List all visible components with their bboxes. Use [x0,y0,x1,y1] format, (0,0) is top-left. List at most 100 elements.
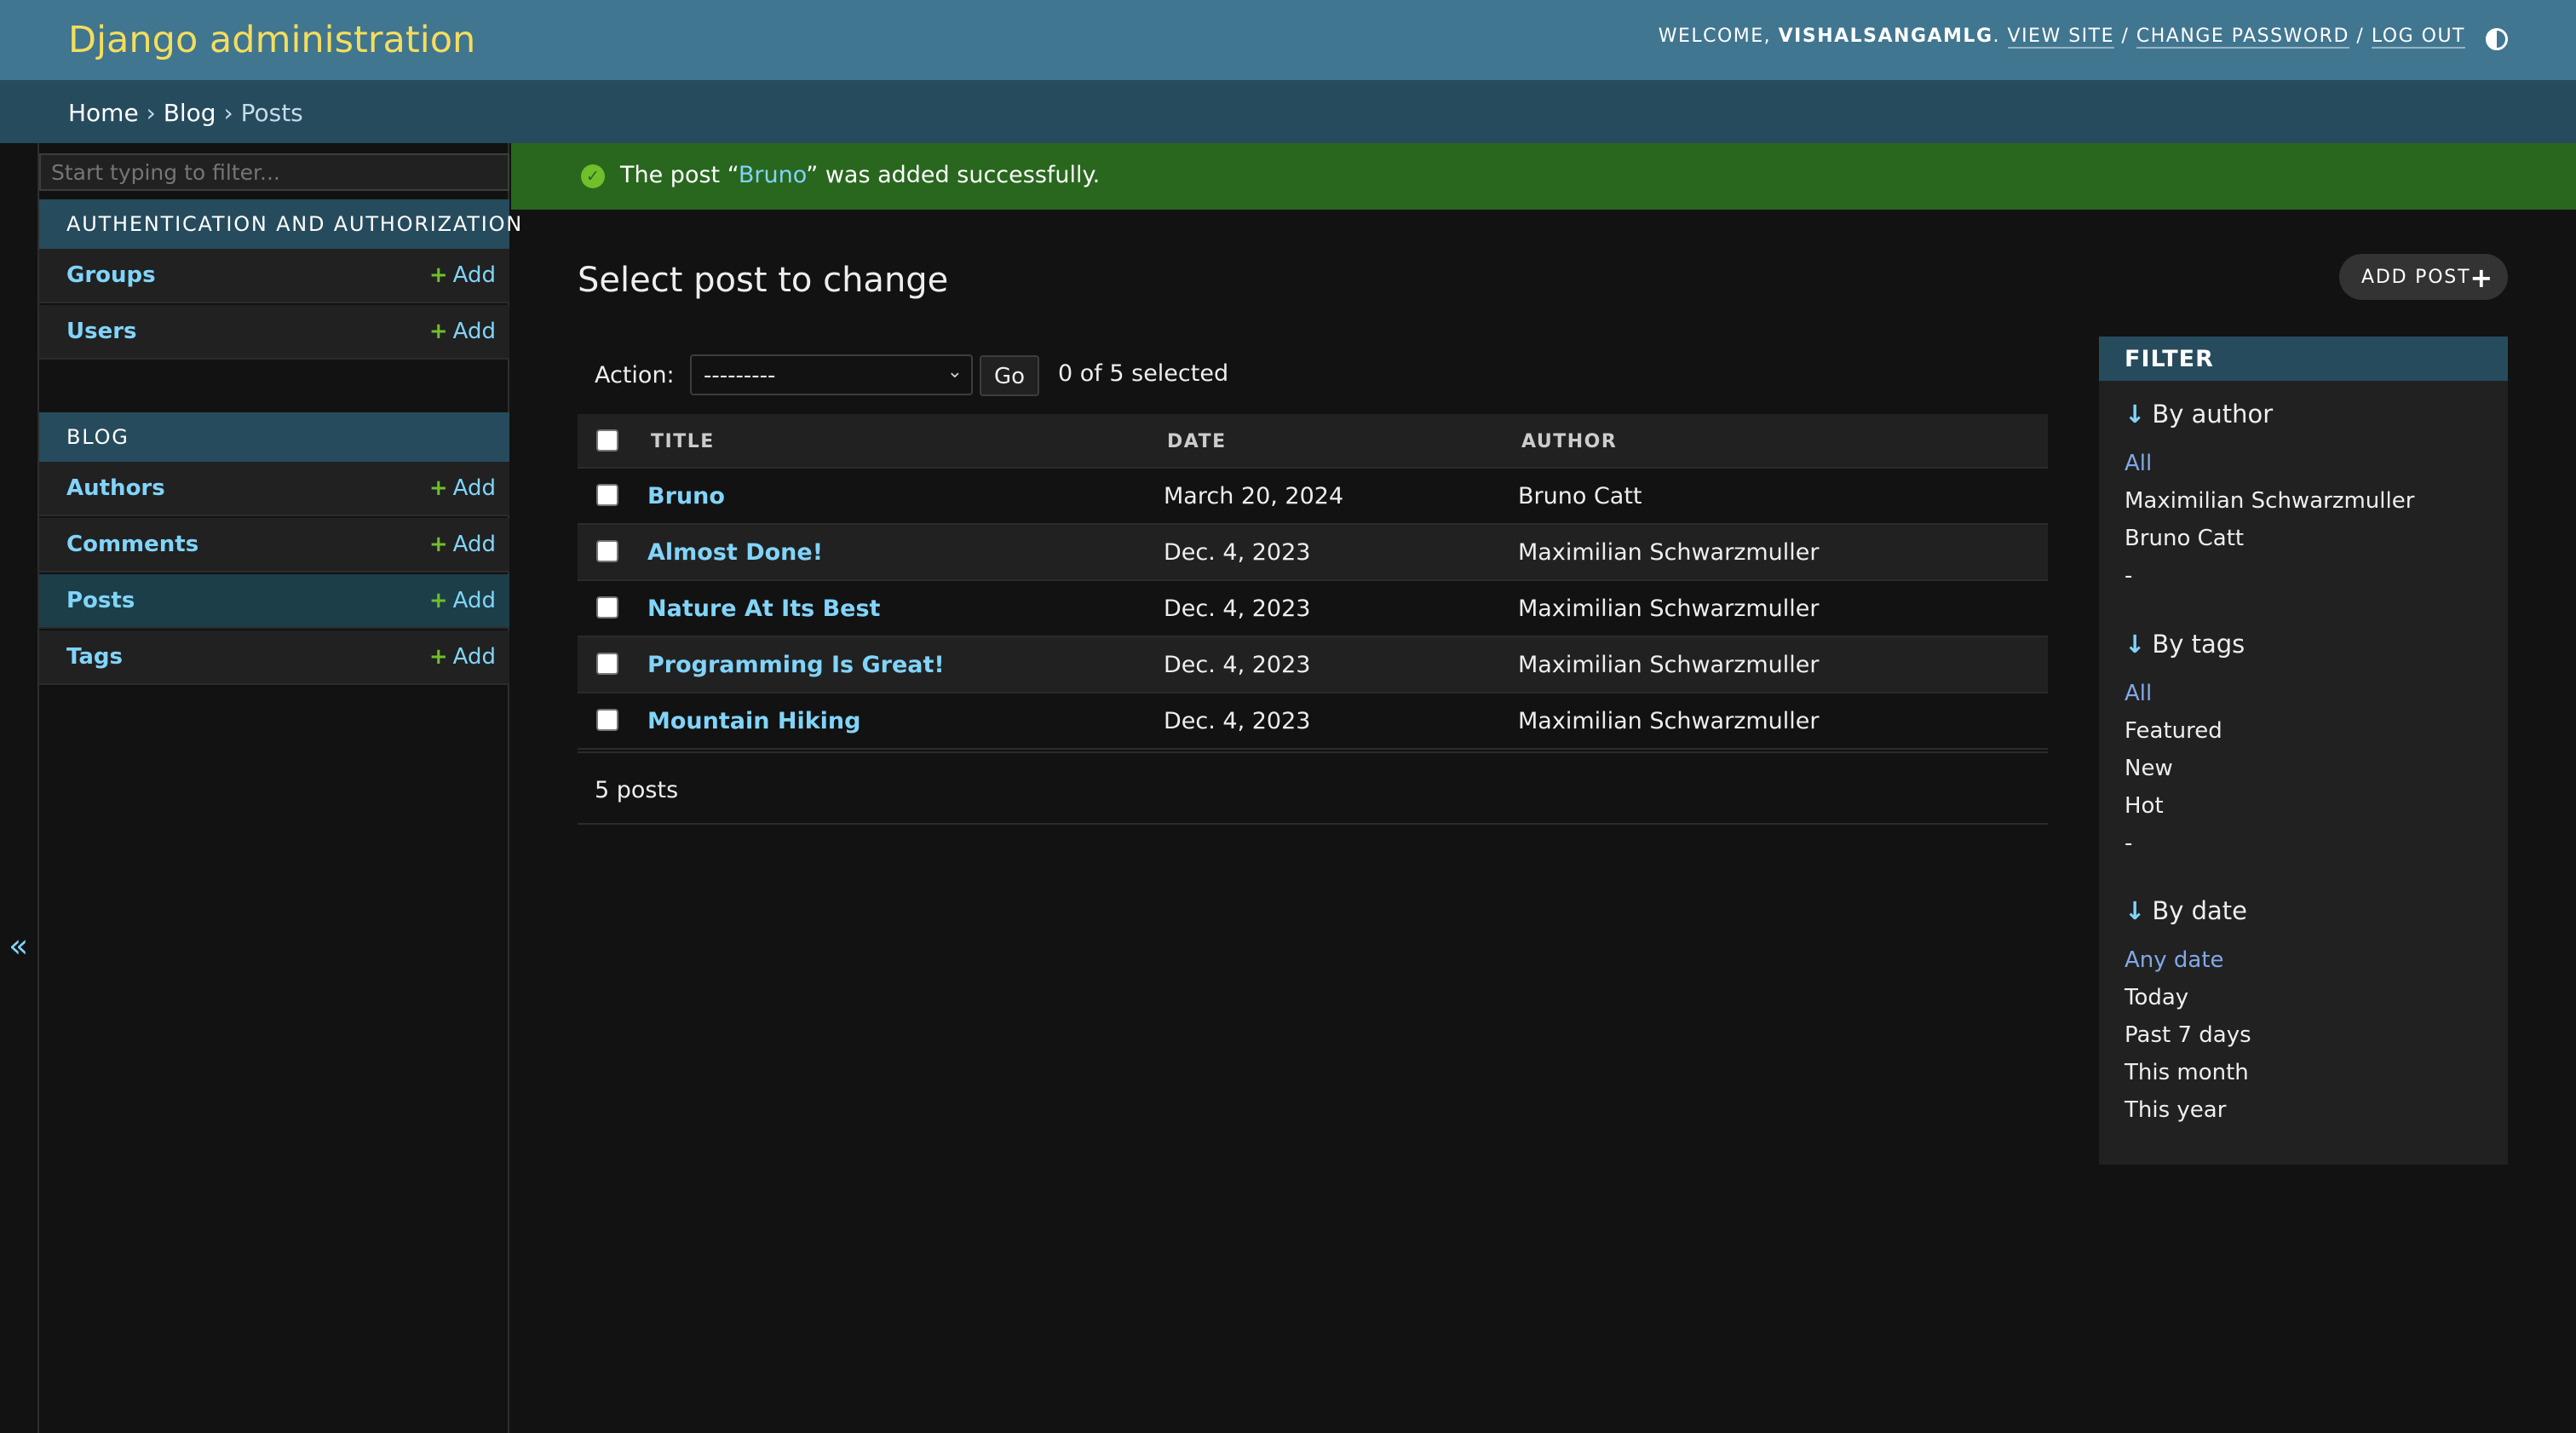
filter-choice[interactable]: All [2125,681,2152,706]
message-post-link[interactable]: Bruno [739,162,806,188]
collapse-sidebar-icon[interactable]: « [9,927,28,964]
filter-choice[interactable]: This month [2125,1060,2249,1085]
add-authors-link[interactable]: + Add [429,475,496,501]
add-users-link[interactable]: + Add [429,319,496,344]
nav-sidebar: AUTHENTICATION AND AUTHORIZATION Groups … [39,143,521,1433]
sidebar-item-label[interactable]: Tags [66,644,123,670]
success-message: ✓ The post “Bruno” was added successfull… [511,143,2576,210]
filter-choice[interactable]: Bruno Catt [2125,526,2244,551]
user-tools: WELCOME, VISHALSANGAMLG. VIEW SITE / CHA… [1658,26,2465,49]
toggle-nav-sidebar[interactable]: « [0,143,39,1433]
go-button[interactable]: Go [980,355,1039,396]
sidebar-item-posts[interactable]: Posts + Add [39,574,509,629]
add-post-button[interactable]: ADD POST + [2339,254,2508,300]
theme-toggle-icon[interactable] [2486,28,2508,50]
table-row: Programming Is Great! Dec. 4, 2023 Maxim… [578,637,2048,693]
post-title-link[interactable]: Programming Is Great! [647,652,945,678]
filter-choice[interactable]: New [2125,756,2173,781]
filter-choice[interactable]: - [2125,563,2132,589]
row-checkbox[interactable] [596,596,618,619]
post-title-link[interactable]: Almost Done! [647,539,823,566]
table-row: Mountain Hiking Dec. 4, 2023 Maximilian … [578,693,2048,750]
sidebar-item-label[interactable]: Users [66,319,137,344]
selected-count: 0 of 5 selected [1058,360,1229,387]
plus-icon: + [428,262,448,288]
breadcrumb: Home › Blog › Posts [0,80,2576,143]
add-groups-link[interactable]: + Add [429,262,496,288]
result-count: 5 posts [595,777,679,803]
filter-by-tags-heading[interactable]: ↓ By tags [2125,630,2245,659]
log-out-link[interactable]: LOG OUT [2371,26,2465,49]
filter-choice[interactable]: All [2125,451,2152,476]
post-title-link[interactable]: Nature At Its Best [647,596,880,622]
action-label: Action: [595,362,675,388]
filter-by-date-heading[interactable]: ↓ By date [2125,896,2247,925]
table-row: Almost Done! Dec. 4, 2023 Maximilian Sch… [578,525,2048,581]
plus-icon: + [2470,262,2494,294]
filter-choice[interactable]: Today [2125,985,2188,1010]
sidebar-item-groups[interactable]: Groups + Add [39,249,509,303]
filter-choice[interactable]: Past 7 days [2125,1022,2251,1048]
arrow-down-icon: ↓ [2125,630,2146,659]
sidebar-item-comments[interactable]: Comments + Add [39,518,509,573]
sidebar-item-label[interactable]: Authors [66,475,165,501]
sidebar-item-authors[interactable]: Authors + Add [39,462,509,516]
post-date: Dec. 4, 2023 [1164,708,1311,734]
action-select[interactable]: --------- ⌄ [690,354,973,395]
app-caption-auth[interactable]: AUTHENTICATION AND AUTHORIZATION [39,199,521,249]
filter-choice[interactable]: Hot [2125,793,2164,819]
post-date: Dec. 4, 2023 [1164,539,1311,566]
plus-icon: + [428,319,448,344]
nav-filter-input[interactable] [39,153,509,191]
table-row: Nature At Its Best Dec. 4, 2023 Maximili… [578,581,2048,637]
change-password-link[interactable]: CHANGE PASSWORD [2136,26,2349,49]
sidebar-item-label[interactable]: Comments [66,532,198,557]
site-name[interactable]: Django administration [68,19,475,61]
message-text: The post “Bruno” was added successfully. [620,162,1101,188]
post-date: March 20, 2024 [1164,483,1344,509]
table-row: Bruno March 20, 2024 Bruno Catt [578,469,2048,525]
row-checkbox[interactable] [596,540,618,562]
filter-by-author-heading[interactable]: ↓ By author [2125,400,2273,429]
app-caption-blog[interactable]: BLOG [39,412,509,462]
filter-choice[interactable]: Featured [2125,718,2222,744]
filter-choice[interactable]: Any date [2125,947,2224,973]
add-posts-link[interactable]: + Add [429,588,496,613]
add-tags-link[interactable]: + Add [429,644,496,670]
sidebar-item-label[interactable]: Posts [66,588,135,613]
username: VISHALSANGAMLG [1778,26,1993,47]
view-site-link[interactable]: VIEW SITE [2007,26,2114,49]
filter-choice[interactable]: - [2125,831,2132,856]
post-date: Dec. 4, 2023 [1164,596,1311,622]
select-all-checkbox[interactable] [596,429,618,452]
sidebar-item-label[interactable]: Groups [66,262,156,288]
welcome-text: WELCOME, [1658,26,1779,47]
post-author: Maximilian Schwarzmuller [1518,539,1820,566]
post-author: Maximilian Schwarzmuller [1518,596,1820,622]
paginator: 5 posts [578,751,2048,825]
breadcrumb-blog[interactable]: Blog [164,99,216,127]
row-checkbox[interactable] [596,653,618,675]
page-title: Select post to change [578,261,949,300]
column-header-author[interactable]: AUTHOR [1521,431,1617,452]
post-title-link[interactable]: Bruno [647,483,725,509]
add-comments-link[interactable]: + Add [429,532,496,557]
table-header: TITLE DATE AUTHOR [578,414,2048,469]
column-header-date[interactable]: DATE [1167,431,1227,452]
plus-icon: + [428,475,448,501]
filter-heading: FILTER [2099,337,2508,381]
header: Django administration WELCOME, VISHALSAN… [0,0,2576,80]
row-checkbox[interactable] [596,709,618,731]
plus-icon: + [428,532,448,557]
filter-choice[interactable]: This year [2125,1097,2226,1123]
breadcrumb-home[interactable]: Home [68,99,139,127]
sidebar-item-users[interactable]: Users + Add [39,305,509,360]
post-title-link[interactable]: Mountain Hiking [647,708,860,734]
filter-choice[interactable]: Maximilian Schwarzmuller [2125,488,2414,514]
sidebar-item-tags[interactable]: Tags + Add [39,630,509,685]
chevron-down-icon: ⌄ [946,361,963,383]
post-author: Bruno Catt [1518,483,1642,509]
column-header-title[interactable]: TITLE [651,431,715,452]
post-author: Maximilian Schwarzmuller [1518,708,1820,734]
row-checkbox[interactable] [596,484,618,506]
